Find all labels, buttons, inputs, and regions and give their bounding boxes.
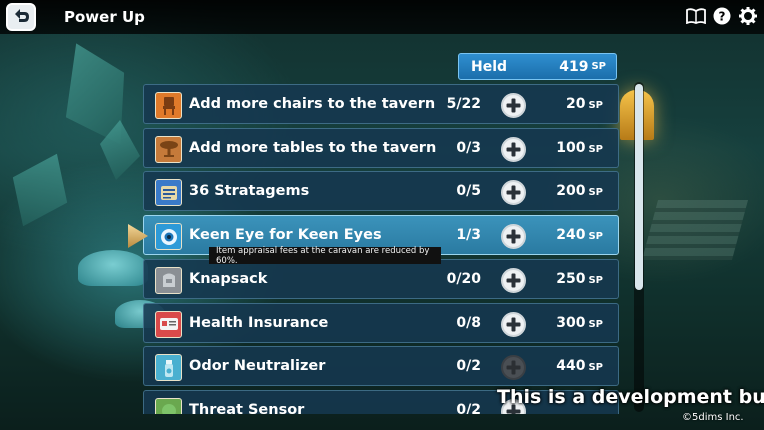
scrollbar[interactable] — [634, 82, 644, 412]
cost-value: 100 — [556, 139, 586, 156]
cost-unit: SP — [588, 143, 603, 155]
power-up-name: 36 Stratagems — [189, 183, 310, 200]
eye-icon — [155, 223, 182, 251]
cost-unit: SP — [588, 318, 603, 330]
power-up-name: Health Insurance — [189, 314, 329, 331]
cost-unit: SP — [588, 362, 603, 374]
background-stairs — [641, 200, 749, 260]
cost-unit: SP — [588, 187, 603, 199]
scrollbar-thumb[interactable] — [635, 84, 643, 290]
power-up-cost: 200 SP — [556, 183, 603, 199]
add-level-button[interactable] — [501, 267, 526, 293]
power-up-cost: 300 SP — [556, 315, 603, 331]
plus-icon — [506, 142, 521, 157]
top-icon-group: ? — [686, 6, 758, 26]
cost-value: 200 — [556, 183, 586, 200]
back-arrow-icon — [15, 9, 29, 22]
held-value: 419 — [559, 58, 589, 75]
power-up-row[interactable]: Add more chairs to the tavern 5/22 20 SP — [143, 84, 619, 124]
plus-icon — [506, 98, 521, 113]
add-level-button[interactable] — [501, 180, 526, 206]
held-sp-panel: Held 419 SP — [458, 53, 617, 80]
plus-icon — [506, 229, 521, 244]
cost-unit: SP — [588, 274, 603, 286]
svg-text:?: ? — [719, 10, 726, 24]
item-tooltip: Item appraisal fees at the caravan are r… — [209, 246, 441, 266]
power-up-level: 0/20 — [446, 270, 481, 287]
add-level-button[interactable] — [501, 224, 526, 250]
power-up-row[interactable]: Add more tables to the tavern 0/3 100 SP — [143, 127, 619, 168]
cost-value: 240 — [556, 227, 586, 244]
power-up-level: 0/3 — [456, 139, 481, 156]
knapsack-icon — [155, 266, 182, 294]
spray-icon — [155, 354, 182, 382]
plus-icon — [506, 360, 521, 375]
held-unit: SP — [591, 61, 606, 72]
card-icon — [155, 310, 182, 338]
power-up-name: Keen Eye for Keen Eyes — [189, 227, 382, 244]
held-label: Held — [471, 58, 508, 75]
cost-value: 20 — [565, 96, 586, 112]
power-up-level: 0/2 — [456, 358, 481, 375]
page-title: Power Up — [64, 8, 145, 26]
power-up-row[interactable]: Health Insurance 0/8 300 SP — [143, 302, 619, 343]
power-up-name: Add more tables to the tavern — [189, 139, 437, 156]
book-icon[interactable] — [686, 6, 706, 26]
background-mushroom — [78, 250, 148, 286]
sensor-icon — [155, 397, 182, 414]
back-button[interactable] — [6, 3, 36, 31]
cost-value: 440 — [556, 358, 586, 375]
cost-value: 250 — [556, 270, 586, 287]
power-up-row[interactable]: Odor Neutralizer 0/2 440 SP — [143, 346, 619, 387]
table-icon — [155, 135, 182, 163]
background-foliage — [0, 141, 84, 239]
power-up-level: 0/8 — [456, 314, 481, 331]
power-up-level: 0/2 — [456, 401, 481, 414]
cost-unit: SP — [588, 100, 603, 111]
power-up-cost: 250 SP — [556, 271, 603, 287]
power-up-level: 0/5 — [456, 183, 481, 200]
power-up-level: 5/22 — [446, 96, 481, 112]
plus-icon — [506, 317, 521, 331]
scroll-icon — [155, 179, 182, 207]
copyright: ©5dims Inc. — [682, 412, 744, 423]
chair-icon — [155, 92, 182, 119]
power-up-name: Knapsack — [189, 270, 268, 287]
development-build-notice: This is a development build. — [497, 386, 764, 408]
add-level-button[interactable] — [501, 311, 526, 337]
gear-icon[interactable] — [738, 6, 758, 26]
add-level-button[interactable] — [501, 136, 526, 162]
plus-icon — [506, 185, 521, 200]
power-up-cost: 100 SP — [556, 140, 603, 156]
power-up-name: Threat Sensor — [189, 401, 305, 414]
help-icon[interactable]: ? — [712, 6, 732, 26]
power-up-level: 1/3 — [456, 227, 481, 244]
power-up-cost: 240 SP — [556, 227, 603, 243]
cost-unit: SP — [588, 231, 603, 243]
power-up-cost: 440 SP — [556, 358, 603, 374]
power-up-cost: 20 SP — [566, 96, 603, 112]
power-up-name: Add more chairs to the tavern — [189, 96, 436, 112]
top-bar: Power Up ? — [0, 0, 764, 34]
background-foliage — [43, 31, 146, 158]
add-level-button[interactable] — [501, 355, 526, 381]
plus-icon — [506, 273, 521, 288]
cost-value: 300 — [556, 314, 586, 331]
power-up-row[interactable]: 36 Stratagems 0/5 200 SP — [143, 171, 619, 212]
power-up-name: Odor Neutralizer — [189, 358, 326, 375]
add-level-button[interactable] — [501, 93, 526, 118]
